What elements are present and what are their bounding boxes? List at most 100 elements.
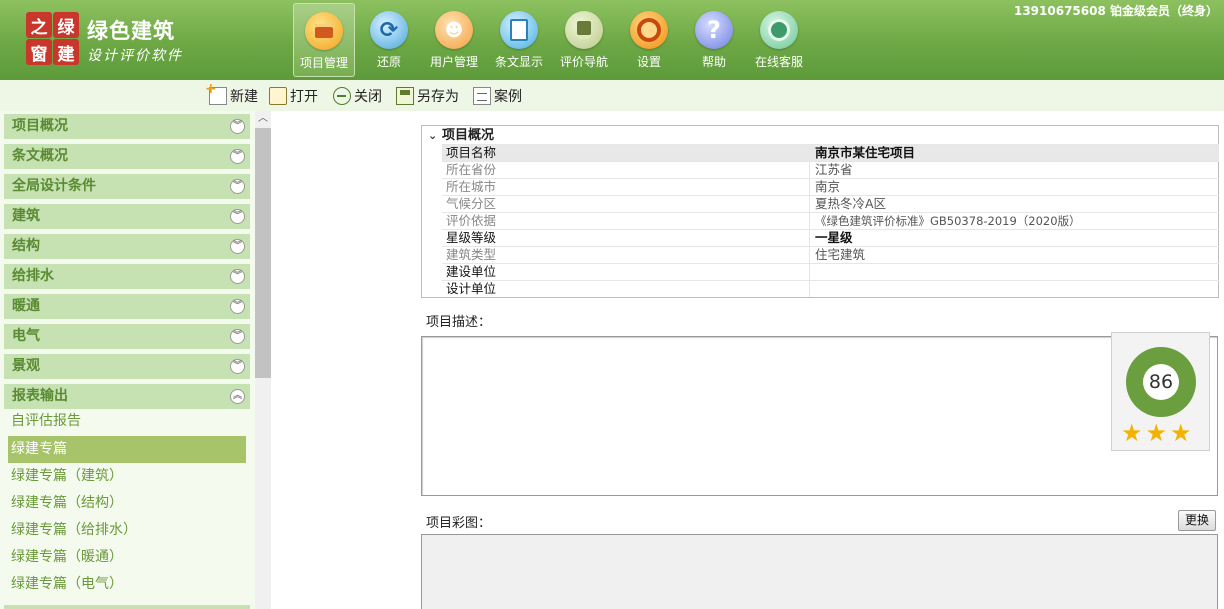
toolbar-label: 条文显示 (494, 55, 543, 69)
row-value: 住宅建筑 (815, 247, 866, 262)
chevron-down-icon: ︾ (230, 239, 245, 254)
guide-icon (565, 11, 603, 49)
panel-title: 项目概况 (442, 128, 495, 143)
section-label: 条文概况 (12, 148, 68, 164)
chevron-down-icon: ︾ (230, 329, 245, 344)
user-account-info[interactable]: 13910675608 铂金级会员（终身） (1014, 2, 1218, 19)
sidebar-section-landscape[interactable]: 景观 ︾ (4, 354, 250, 379)
chevron-down-icon: ︾ (230, 299, 245, 314)
toolbar-label: 设置 (636, 55, 661, 69)
save-as-label: 另存为 (417, 89, 459, 105)
logo-char: 之 (26, 12, 52, 38)
toolbar-label: 用户管理 (429, 55, 478, 69)
online-service-button[interactable]: 在线客服 (748, 3, 810, 77)
section-label: 建筑 (12, 208, 40, 224)
table-row[interactable]: 所在城市 南京 (442, 178, 1219, 195)
chevron-down-icon: ︾ (230, 119, 245, 134)
project-icon (305, 12, 343, 50)
scroll-thumb[interactable] (255, 128, 271, 378)
sidebar-item-green-plumbing[interactable]: 绿建专篇（给排水） (8, 517, 246, 544)
chevron-up-icon: ︽ (230, 389, 245, 404)
project-image-area[interactable] (421, 534, 1218, 609)
restore-button[interactable]: ⟳ 还原 (358, 3, 420, 77)
section-label: 暖通 (12, 298, 40, 314)
sidebar-section-plumbing[interactable]: 给排水 ︾ (4, 264, 250, 289)
open-button[interactable]: 打开 (269, 87, 318, 105)
case-button[interactable]: 案例 (473, 87, 522, 105)
chevron-down-icon: ︾ (230, 179, 245, 194)
close-button[interactable]: 关闭 (333, 87, 382, 105)
section-label: 结构 (12, 238, 40, 254)
panel-header[interactable]: ⌄ 项目概况 (422, 126, 1218, 145)
row-label: 建设单位 (442, 264, 810, 280)
sidebar-section-hvac[interactable]: 暖通 ︾ (4, 294, 250, 319)
table-row[interactable]: 建设单位 (442, 263, 1219, 280)
article-display-button[interactable]: 条文显示 (488, 3, 550, 77)
project-image-label: 项目彩图： (426, 516, 492, 531)
toolbar-label: 帮助 (701, 55, 726, 69)
sidebar-item-green-architecture[interactable]: 绿建专篇（建筑） (8, 463, 246, 490)
row-label: 设计单位 (442, 281, 810, 297)
table-row[interactable]: 星级等级 一星级 (442, 229, 1219, 246)
chevron-down-icon: ︾ (230, 149, 245, 164)
row-label: 气候分区 (442, 196, 810, 212)
table-row[interactable]: 评价依据 《绿色建筑评价标准》GB50378-2019（2020版） (442, 212, 1219, 229)
section-label: 全局设计条件 (12, 178, 96, 194)
toolbar-label: 在线客服 (754, 55, 803, 69)
row-value: 南京市某住宅项目 (815, 145, 916, 160)
star-rating: ★★★ (1121, 419, 1195, 447)
table-row[interactable]: 建筑类型 住宅建筑 (442, 246, 1219, 263)
help-button[interactable]: ? 帮助 (683, 3, 745, 77)
sidebar-section-articles[interactable]: 条文概况 ︾ (4, 144, 250, 169)
scroll-up-arrow-icon[interactable]: ︿ (255, 113, 271, 125)
close-icon (333, 87, 351, 105)
user-management-button[interactable]: ☻ 用户管理 (423, 3, 485, 77)
settings-button[interactable]: 设置 (618, 3, 680, 77)
app-logo: 之 绿 窗 建 (26, 12, 80, 66)
new-file-icon (205, 81, 227, 105)
new-button[interactable]: 新建 (205, 81, 258, 105)
sidebar-item-green-building[interactable]: 绿建专篇 (8, 436, 246, 463)
sidebar-section-architecture[interactable]: 建筑 ︾ (4, 204, 250, 229)
table-row[interactable]: 气候分区 夏热冬冷A区 (442, 195, 1219, 212)
evaluation-guide-button[interactable]: 评价导航 (553, 3, 615, 77)
table-row[interactable]: 设计单位 (442, 280, 1219, 297)
row-value: 《绿色建筑评价标准》GB50378-2019（2020版） (815, 214, 1081, 228)
row-value: 夏热冬冷A区 (815, 196, 887, 211)
sidebar-item-self-assessment[interactable]: 自评估报告 (8, 408, 246, 435)
document-icon (473, 87, 491, 105)
row-label: 所在省份 (442, 162, 810, 178)
sidebar-item-green-electrical[interactable]: 绿建专篇（电气） (8, 571, 246, 598)
sidebar-section-project-overview[interactable]: 项目概况 ︾ (4, 114, 250, 139)
section-label: 项目概况 (12, 118, 68, 134)
sidebar-item-green-structure[interactable]: 绿建专篇（结构） (8, 490, 246, 517)
description-textarea[interactable] (421, 336, 1218, 496)
sidebar-section-electrical[interactable]: 电气 ︾ (4, 324, 250, 349)
table-row[interactable]: 所在省份 江苏省 (442, 161, 1219, 178)
row-label: 星级等级 (442, 230, 810, 246)
section-label: 报表输出 (12, 388, 68, 404)
score-ring: 86 (1126, 347, 1196, 417)
save-as-button[interactable]: 另存为 (396, 87, 459, 105)
row-value: 南京 (815, 179, 841, 194)
logo-char: 建 (53, 39, 79, 65)
help-icon: ? (695, 11, 733, 49)
file-toolbar: 新建 打开 关闭 另存为 案例 (0, 80, 1224, 111)
sidebar-item-green-hvac[interactable]: 绿建专篇（暖通） (8, 544, 246, 571)
toolbar-label: 还原 (376, 55, 401, 69)
sidebar-section-report-output[interactable]: 报表输出 ︽ (4, 384, 250, 409)
user-icon: ☻ (435, 11, 473, 49)
score-value: 86 (1143, 364, 1179, 400)
sidebar-section-global-conditions[interactable]: 全局设计条件 ︾ (4, 174, 250, 199)
table-row[interactable]: 项目名称 南京市某住宅项目 (442, 144, 1219, 161)
row-label: 建筑类型 (442, 247, 810, 263)
app-subtitle: 设计评价软件 (87, 48, 183, 64)
replace-image-button[interactable]: 更换 (1178, 510, 1216, 531)
section-label: 电气 (12, 328, 40, 344)
sidebar-scrollbar[interactable]: ︿ (255, 111, 271, 609)
logo-char: 绿 (53, 12, 79, 38)
row-value: 江苏省 (815, 162, 853, 177)
app-title: 绿色建筑 (87, 19, 175, 43)
sidebar-section-structure[interactable]: 结构 ︾ (4, 234, 250, 259)
project-management-button[interactable]: 项目管理 (293, 3, 355, 77)
